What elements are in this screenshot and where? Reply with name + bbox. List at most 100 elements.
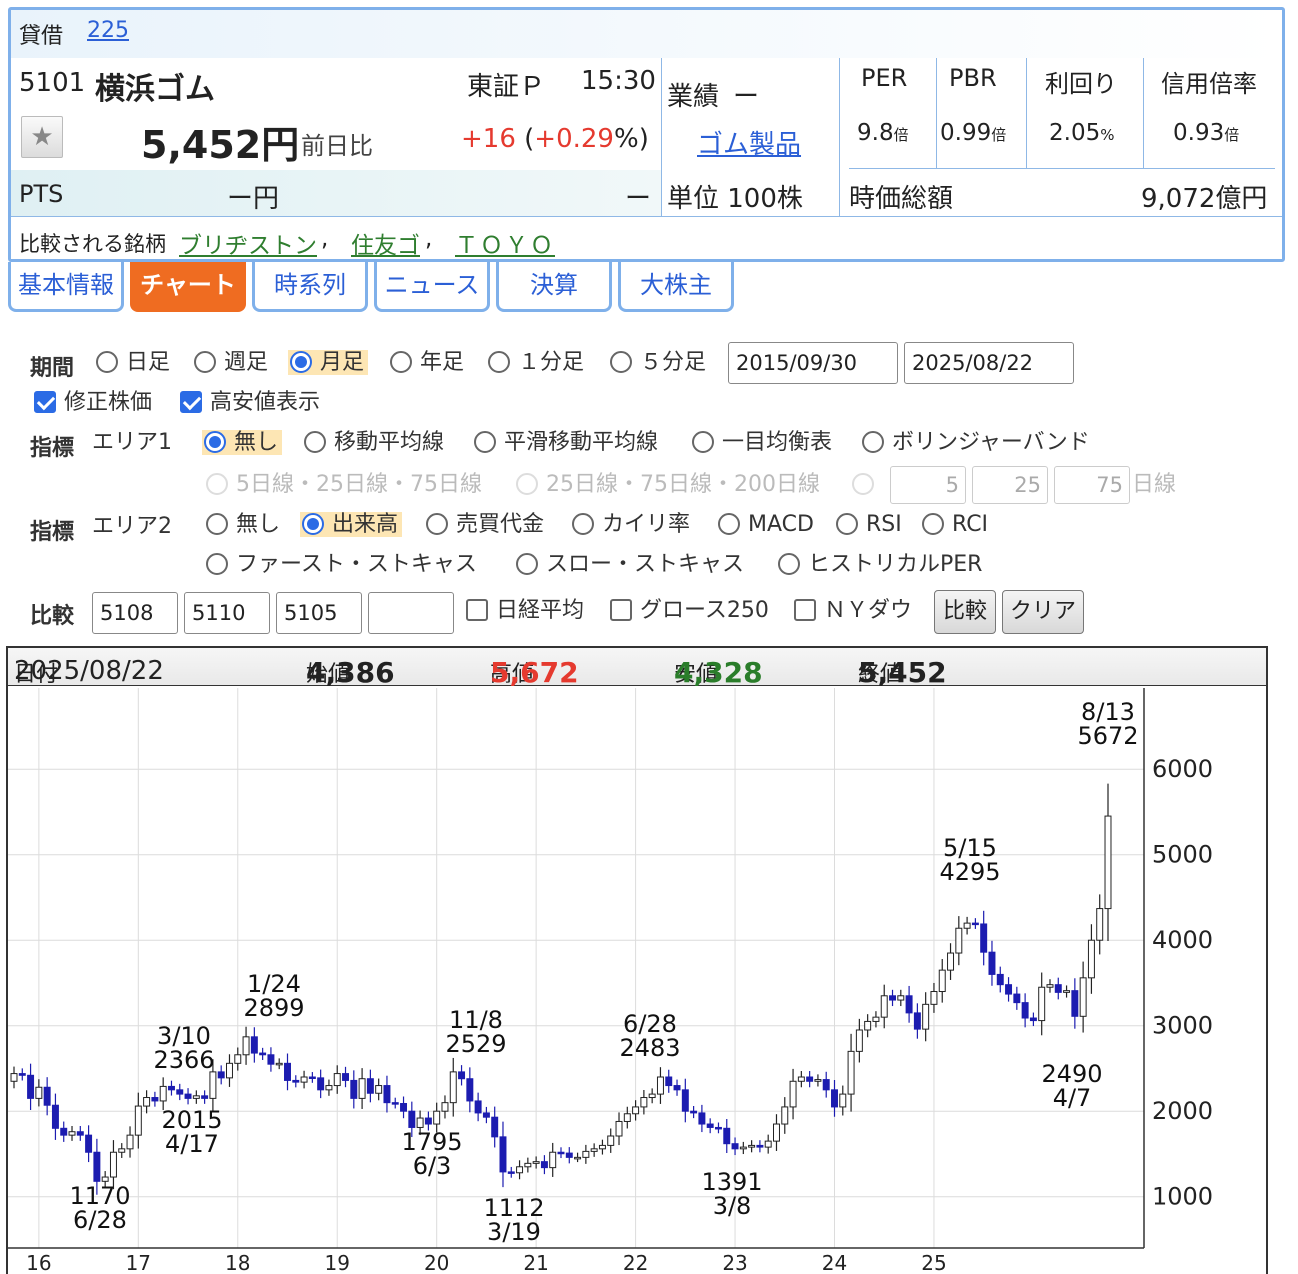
date-to-input[interactable]: 2025/08/22 xyxy=(904,342,1074,384)
radio-icon[interactable] xyxy=(474,431,496,453)
area2-none[interactable]: 無し xyxy=(206,510,280,540)
radio-disabled-icon[interactable] xyxy=(516,473,538,495)
ma-input-3[interactable]: 75 xyxy=(1054,466,1130,504)
checkbox-checked-icon[interactable] xyxy=(180,391,202,413)
candle-body xyxy=(1005,984,1013,995)
sector-link[interactable]: ゴム製品 xyxy=(697,124,801,161)
compare-code-2[interactable]: 5110 xyxy=(184,592,270,634)
radio-selected-icon[interactable] xyxy=(204,431,226,453)
checkbox-checked-icon[interactable] xyxy=(34,391,56,413)
period-monthly[interactable]: 月足 xyxy=(288,348,369,378)
compare-code-1[interactable]: 5108 xyxy=(92,592,178,634)
candle-body xyxy=(673,1085,681,1091)
ma-input-2[interactable]: 25 xyxy=(972,466,1048,504)
tab-basic-info[interactable]: 基本情報 xyxy=(8,262,124,312)
divider xyxy=(661,58,662,216)
compare-nikkei[interactable]: 日経平均 xyxy=(466,596,584,626)
area1-ema[interactable]: 平滑移動平均線 xyxy=(474,428,658,458)
pts-price: ー円 xyxy=(227,184,280,214)
radio-disabled-icon[interactable] xyxy=(206,473,228,495)
compare-code-4[interactable] xyxy=(368,592,454,634)
area1-bollinger[interactable]: ボリンジャーバンド xyxy=(862,428,1090,458)
price-change: +16 (+0.29%) xyxy=(461,124,649,154)
period-yearly[interactable]: 年足 xyxy=(390,348,464,378)
area1-ma[interactable]: 移動平均線 xyxy=(304,428,444,458)
ma-set-short[interactable]: 5日線・25日線・75日線 xyxy=(206,470,482,500)
indicator-label: 指標 xyxy=(30,436,75,461)
compare-link-toyo[interactable]: ＴＯＹＯ xyxy=(455,226,555,260)
radio-icon[interactable] xyxy=(488,351,510,373)
candlestick-chart[interactable]: 16 17 18 19 20 21 22 23 24 25 1000 2000 3000 4000 5000… xyxy=(8,688,1266,1274)
tab-shareholders[interactable]: 大株主 xyxy=(618,262,734,312)
period-weekly[interactable]: 週足 xyxy=(194,348,268,378)
candle-body xyxy=(424,1117,432,1125)
radio-icon[interactable] xyxy=(390,351,412,373)
radio-icon[interactable] xyxy=(516,553,538,575)
radio-icon[interactable] xyxy=(206,553,228,575)
area2-volume[interactable]: 出来高 xyxy=(300,510,403,540)
clear-button[interactable]: クリア xyxy=(1002,590,1084,634)
radio-icon[interactable] xyxy=(610,351,632,373)
date-from-input[interactable]: 2015/09/30 xyxy=(728,342,898,384)
radio-icon[interactable] xyxy=(206,513,228,535)
compare-button[interactable]: 比較 xyxy=(934,590,996,634)
area2-slow-stoch[interactable]: スロー・ストキャス xyxy=(516,550,744,580)
radio-icon[interactable] xyxy=(304,431,326,453)
candle-body xyxy=(955,927,963,954)
favorite-star-icon[interactable]: ★ xyxy=(21,116,63,158)
area2-fast-stoch[interactable]: ファースト・ストキャス xyxy=(206,550,477,580)
radio-icon[interactable] xyxy=(862,431,884,453)
area1-none[interactable]: 無し xyxy=(202,428,283,458)
adjusted-price-checkbox[interactable]: 修正株価 xyxy=(34,388,152,418)
radio-icon[interactable] xyxy=(426,513,448,535)
candle-body xyxy=(176,1089,184,1095)
radio-icon[interactable] xyxy=(922,513,944,535)
area2-rci[interactable]: RCI xyxy=(922,510,988,540)
area2-turnover[interactable]: 売買代金 xyxy=(426,510,544,540)
area2-hist-per[interactable]: ヒストリカルPER xyxy=(778,550,982,580)
tab-time-series[interactable]: 時系列 xyxy=(252,262,368,312)
compare-code-3[interactable]: 5105 xyxy=(276,592,362,634)
radio-icon[interactable] xyxy=(692,431,714,453)
period-daily[interactable]: 日足 xyxy=(96,348,170,378)
x-tick-label: 20 xyxy=(424,1251,449,1274)
candle-body xyxy=(466,1078,474,1102)
candle-body xyxy=(607,1135,615,1146)
radio-icon[interactable] xyxy=(572,513,594,535)
radio-icon[interactable] xyxy=(718,513,740,535)
area2-macd[interactable]: MACD xyxy=(718,510,814,540)
radio-icon[interactable] xyxy=(836,513,858,535)
compare-link-bridgestone[interactable]: ブリヂストン xyxy=(179,226,317,260)
period-1min[interactable]: １分足 xyxy=(488,348,584,378)
ma-set-long[interactable]: 25日線・75日線・200日線 xyxy=(516,470,820,500)
tab-news[interactable]: ニュース xyxy=(374,262,490,312)
highlow-checkbox[interactable]: 高安値表示 xyxy=(180,388,320,418)
area2-deviation[interactable]: カイリ率 xyxy=(572,510,690,540)
ma-input-1[interactable]: 5 xyxy=(890,466,966,504)
period-5min[interactable]: ５分足 xyxy=(610,348,706,378)
radio-icon[interactable] xyxy=(96,351,118,373)
candle-body xyxy=(756,1144,764,1148)
tab-earnings[interactable]: 決算 xyxy=(496,262,612,312)
checkbox-icon[interactable] xyxy=(794,599,816,621)
compare-nydow[interactable]: ＮＹダウ xyxy=(794,596,912,626)
candle-body xyxy=(441,1102,449,1112)
index-link[interactable]: 225 xyxy=(87,18,129,43)
compare-link-sumitomo[interactable]: 住友ゴ xyxy=(351,226,420,260)
candle-body xyxy=(980,923,988,953)
area1-ichimoku[interactable]: 一目均衡表 xyxy=(692,428,832,458)
ma-set-custom[interactable] xyxy=(852,470,882,500)
radio-icon[interactable] xyxy=(778,553,800,575)
compare-growth250[interactable]: グロース250 xyxy=(610,596,769,626)
candle-body xyxy=(855,1029,863,1052)
radio-disabled-icon[interactable] xyxy=(852,473,874,495)
tab-chart[interactable]: チャート xyxy=(130,262,246,312)
area2-rsi[interactable]: RSI xyxy=(836,510,902,540)
yield-value: 2.05% xyxy=(1049,120,1115,146)
radio-icon[interactable] xyxy=(194,351,216,373)
radio-selected-icon[interactable] xyxy=(302,513,324,535)
checkbox-icon[interactable] xyxy=(466,599,488,621)
annotation-value: 4/7 xyxy=(1053,1084,1092,1112)
radio-selected-icon[interactable] xyxy=(290,351,312,373)
checkbox-icon[interactable] xyxy=(610,599,632,621)
